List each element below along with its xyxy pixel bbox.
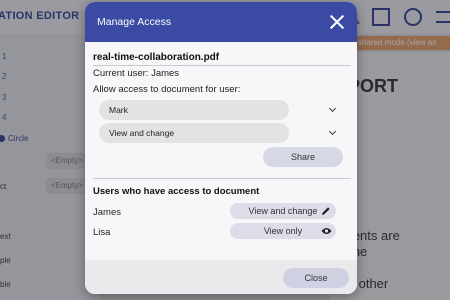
user-select[interactable]: Mark [99, 100, 289, 120]
close-button[interactable]: Close [283, 268, 349, 288]
divider [93, 65, 351, 66]
document-filename: real-time-collaboration.pdf [93, 52, 220, 63]
permission-badge-lisa[interactable]: View only [230, 223, 336, 239]
manage-access-dialog: Manage Access real-time-collaboration.pd… [85, 2, 357, 294]
chevron-down-icon[interactable] [329, 129, 337, 137]
pencil-icon[interactable] [321, 206, 331, 216]
share-button[interactable]: Share [263, 147, 343, 167]
dialog-header: Manage Access [85, 2, 357, 42]
divider [93, 178, 351, 179]
user-name-lisa: Lisa [93, 227, 111, 238]
close-icon[interactable] [329, 14, 345, 30]
permission-label: View only [263, 226, 303, 236]
users-heading: Users who have access to document [93, 186, 260, 197]
permission-label: View and change [248, 206, 318, 216]
permission-badge-james[interactable]: View and change [230, 203, 336, 219]
eye-icon[interactable] [321, 227, 332, 235]
current-user-label: Current user: James [93, 68, 180, 79]
allow-access-label: Allow access to document for user: [93, 84, 241, 95]
permission-select[interactable]: View and change [99, 123, 289, 143]
dialog-title: Manage Access [97, 16, 172, 28]
chevron-down-icon[interactable] [329, 106, 337, 114]
user-name-james: James [93, 207, 121, 218]
